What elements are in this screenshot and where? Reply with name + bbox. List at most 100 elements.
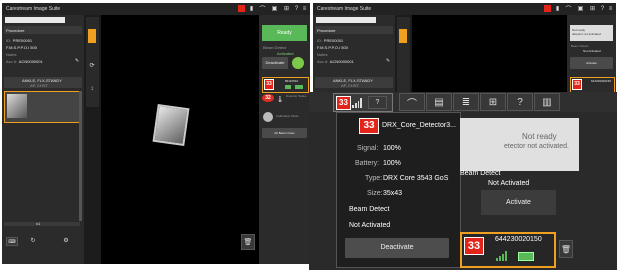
print-icon[interactable]: ▣ xyxy=(270,4,279,13)
right-procedure-tab[interactable]: Procedure xyxy=(315,26,393,34)
right-top-bar: Carestream Image Suite ▮ ⌒ ▣ ⊞ ? ≡ xyxy=(313,3,616,15)
zoom-toolbar-detector-group[interactable]: 33 ? xyxy=(333,93,393,112)
overlay-activate-label: Activate xyxy=(506,199,531,206)
left-search-field[interactable] xyxy=(5,17,65,23)
left-collapse-row[interactable]: 32 🌡 Detector Status xyxy=(262,93,307,107)
left-beam-status: Activated xyxy=(277,51,294,56)
right-id-label: ID: xyxy=(317,38,323,43)
left-detector-badge: 33 xyxy=(264,79,274,90)
left-trash-icon[interactable]: 🗑 xyxy=(241,234,255,250)
popup-detector-name: DRX_Core_Detector3... xyxy=(382,122,456,129)
right-print-icon[interactable]: ▣ xyxy=(576,4,585,13)
popup-beam-detect: Beam Detect xyxy=(349,206,390,213)
left-tool-flip-icon[interactable]: ↕ xyxy=(88,85,96,93)
right-id-value: PRE00001 xyxy=(323,38,344,43)
zoom-print-icon[interactable]: ▤ xyxy=(426,93,452,111)
right-signal-icon[interactable]: ▮ xyxy=(553,4,562,13)
overlay-status-box: Not ready etector not activated. xyxy=(460,118,579,171)
network-icon[interactable]: ⊞ xyxy=(282,4,291,13)
right-info-row-3: Notes xyxy=(317,52,327,58)
right-ghost-icon[interactable]: ⌒ xyxy=(564,4,573,13)
popup-size-value: 35x43 xyxy=(383,190,403,197)
right-toolbar-badge[interactable] xyxy=(544,5,551,12)
overlay-trash-icon[interactable]: 🗑 xyxy=(559,240,573,258)
right-detector-card[interactable]: 33 644230020150 xyxy=(570,77,615,93)
left-tool-strip: ⟳ ↕ xyxy=(86,17,99,107)
overlay-detector-id: 644230020150 xyxy=(495,236,542,243)
left-image-viewer[interactable]: 🗑 xyxy=(101,15,259,264)
left-recon-button[interactable]: Alt Beam Ones xyxy=(262,128,307,138)
left-notes-label: Notes xyxy=(6,52,17,57)
overlay-detector-card[interactable]: 33 644230020150 xyxy=(460,232,556,268)
right-view-selector[interactable]: ANKLE, FLX-STANDY AP, CHST xyxy=(315,77,393,88)
left-thumbnail-image[interactable] xyxy=(7,94,27,118)
right-edit-icon[interactable]: ✎ xyxy=(385,58,391,64)
left-tool-rotate-icon[interactable]: ⟳ xyxy=(88,61,96,69)
left-recon-label: Alt Beam Ones xyxy=(274,131,295,135)
left-ready-button[interactable]: Ready xyxy=(262,25,307,41)
right-menu-icon[interactable]: ≡ xyxy=(607,4,614,13)
left-tool-warning-icon[interactable] xyxy=(88,29,96,43)
left-scrollbar[interactable] xyxy=(79,91,82,221)
right-status-text: Not ready detector not activated xyxy=(572,28,601,36)
popup-size-label: Size: xyxy=(367,190,383,197)
right-help-icon[interactable]: ? xyxy=(599,4,606,13)
left-edit-icon[interactable]: ✎ xyxy=(74,58,80,64)
right-notes-label: Notes xyxy=(317,52,328,57)
left-detector-battery-icon xyxy=(295,85,303,89)
ghost-icon[interactable]: ⌒ xyxy=(258,4,267,13)
left-procedure-value: F.M.S.P.P.O.I 500 xyxy=(6,45,37,50)
left-view-sub: AP, CHST xyxy=(30,83,48,88)
right-tool-warning-icon[interactable] xyxy=(399,29,407,43)
help-icon[interactable]: ? xyxy=(293,4,300,13)
zoom-overlay: 33 ? ⌒ ▤ ≣ ⊞ ? ▥ 33 DRX_Core_Detector3..… xyxy=(309,92,617,270)
left-toolbar-badge[interactable] xyxy=(238,5,245,12)
overlay-signal-icon xyxy=(496,251,508,261)
zoom-stack-icon[interactable]: ≣ xyxy=(453,93,479,111)
left-xray-image[interactable] xyxy=(152,103,190,147)
menu-icon[interactable]: ≡ xyxy=(301,4,308,13)
popup-deactivate-button[interactable]: Deactivate xyxy=(345,238,449,258)
right-search-field[interactable] xyxy=(316,17,376,23)
left-settings-icon[interactable]: ⚙ xyxy=(60,236,72,245)
zoom-help-icon[interactable]: ? xyxy=(507,93,533,111)
popup-battery-value: 100% xyxy=(383,160,401,167)
zoom-menu-icon[interactable]: ▥ xyxy=(534,93,560,111)
right-info-row-4: Acc #: ACN0000001 xyxy=(317,59,354,65)
overlay-activate-button[interactable]: Activate xyxy=(481,190,556,215)
left-warning-badge: 32 xyxy=(262,94,274,102)
right-view-sub: AP, CHST xyxy=(341,83,359,88)
overlay-not-ready-sub: etector not activated. xyxy=(504,143,569,150)
left-beam-detect-label: Beam Detect xyxy=(263,45,287,50)
left-deactivate-button[interactable]: Deactivate xyxy=(262,57,288,69)
left-info-row-4: Acc #: ACN0000001 xyxy=(6,59,43,65)
overlay-detector-badge: 33 xyxy=(464,237,484,255)
left-refresh-icon[interactable]: ↻ xyxy=(28,236,38,245)
popup-battery-label: Battery: xyxy=(355,160,380,167)
zoom-toolbar-warning-icon: ? xyxy=(368,96,387,109)
left-control-column: Ready Beam Detect Activated Deactivate 3… xyxy=(259,15,310,264)
right-detector-id: 644230020150 xyxy=(591,79,612,83)
right-activate-button[interactable]: Activate xyxy=(570,57,613,69)
zoom-toolbar-badge: 33 xyxy=(336,96,351,110)
zoom-ghost-icon[interactable]: ⌒ xyxy=(399,93,425,111)
overlay-beam-detect: Beam Detect xyxy=(460,170,501,177)
left-thumbnail-row[interactable] xyxy=(4,91,82,123)
left-ready-label: Ready xyxy=(277,30,292,36)
overlay-beam-status: Not Activated xyxy=(488,180,530,187)
left-procedure-tab[interactable]: Procedure xyxy=(4,26,82,34)
right-app-title: Carestream Image Suite xyxy=(317,6,372,12)
zoom-network-icon[interactable]: ⊞ xyxy=(480,93,506,111)
left-acc-label: Acc #: xyxy=(6,59,18,64)
right-network-icon[interactable]: ⊞ xyxy=(588,4,597,13)
left-detector-signal-icon xyxy=(285,85,291,89)
right-acc-value: ACN0000001 xyxy=(329,59,354,64)
left-id-value: PRE00001 xyxy=(12,38,33,43)
left-zoom-slider[interactable]: x1 xyxy=(4,221,80,226)
left-detector-card[interactable]: 33 89110510 xyxy=(262,77,309,93)
left-view-selector[interactable]: ANKLE, FLX-STANDY AP, CHST xyxy=(4,77,82,88)
left-refresh-green-icon[interactable] xyxy=(292,57,304,69)
left-keyboard-icon[interactable]: ⌨ xyxy=(6,237,18,246)
right-acc-label: Acc #: xyxy=(317,59,329,64)
signal-icon[interactable]: ▮ xyxy=(247,4,256,13)
